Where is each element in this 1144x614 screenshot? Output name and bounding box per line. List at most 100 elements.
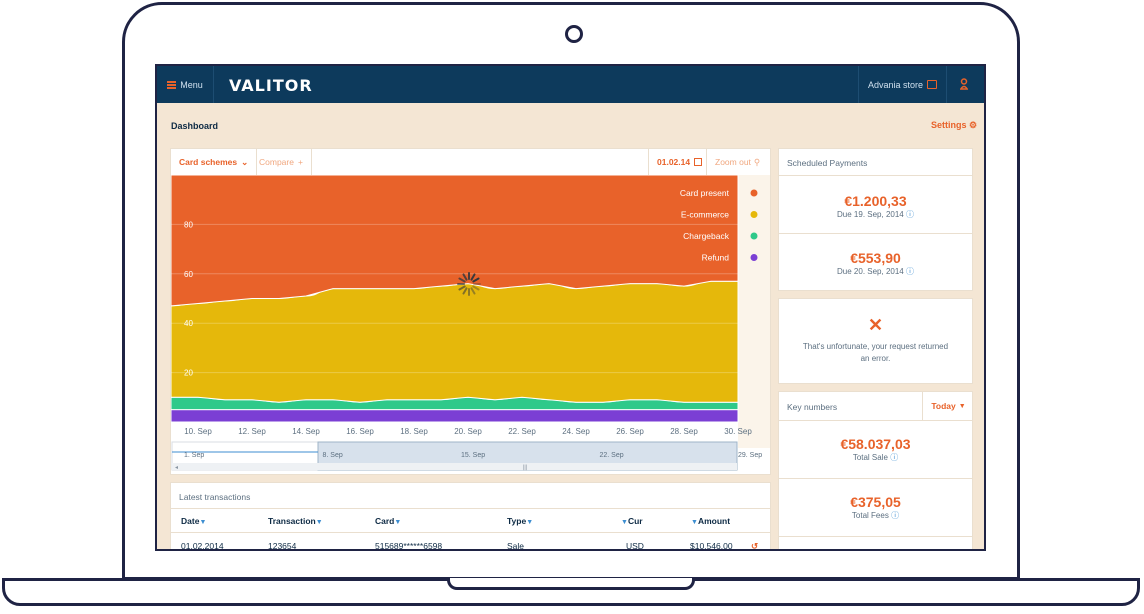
column-header-label: Card xyxy=(375,516,395,526)
navigator-scrollbar xyxy=(172,463,737,470)
x-tick-label: 22. Sep xyxy=(508,427,536,436)
x-tick-label: 10. Sep xyxy=(184,427,212,436)
column-header-date[interactable]: Date▼ xyxy=(181,516,206,526)
navigator-label: 15. Sep xyxy=(461,452,485,459)
payment-due-text: Due 20. Sep, 2014 xyxy=(837,267,904,276)
key-number-label: Total Sale ⓘ xyxy=(779,452,972,463)
payment-due: Due 19. Sep, 2014 ⓘ xyxy=(779,209,972,220)
date-picker[interactable]: 01.02.14 xyxy=(648,149,710,175)
table-cell-amount: $10,546.00 xyxy=(690,541,733,551)
key-numbers-title: Key numbers xyxy=(787,402,838,412)
scheduled-payments-card: Scheduled Payments €1.200,33 Due 19. Sep… xyxy=(778,148,973,291)
settings-label: Settings xyxy=(931,120,967,130)
legend-label: Card present xyxy=(680,188,730,198)
period-dropdown[interactable]: Today ▼ xyxy=(922,392,974,420)
refund-icon[interactable]: ↺ xyxy=(751,541,758,549)
column-header-label: Type xyxy=(507,516,527,526)
x-tick-label: 24. Sep xyxy=(562,427,590,436)
caret-down-icon: ▼ xyxy=(958,402,966,410)
user-icon[interactable] xyxy=(960,78,968,90)
key-numbers-card: Key numbers Today ▼ €58.037,03 Total Sal… xyxy=(778,391,974,549)
x-tick-label: 16. Sep xyxy=(346,427,374,436)
column-header-label: Transaction xyxy=(268,516,316,526)
navigator-label: 1. Sep xyxy=(184,452,204,459)
store-selector[interactable]: Advania store xyxy=(858,66,947,103)
table-cell-type: Sale xyxy=(507,541,525,551)
sort-caret-icon: ▼ xyxy=(526,519,534,526)
card-divider xyxy=(779,536,972,537)
transactions-title: Latest transactions xyxy=(179,492,251,502)
card-divider xyxy=(171,508,770,509)
key-number-label-text: Total Sale xyxy=(852,453,888,462)
navigator-label: 8. Sep xyxy=(323,452,343,459)
plus-icon: + xyxy=(297,157,303,167)
legend-marker xyxy=(750,254,758,261)
menu-button[interactable]: Menu xyxy=(157,66,214,103)
card-schemes-label: Card schemes xyxy=(179,157,238,167)
payment-amount: €553,90 xyxy=(850,250,901,266)
store-label: Advania store xyxy=(867,79,924,90)
compare-label: Compare xyxy=(259,157,294,167)
card-divider xyxy=(779,175,972,176)
camera-icon xyxy=(565,25,583,43)
legend-label: Chargeback xyxy=(683,231,730,241)
column-header-label: Cur xyxy=(627,516,643,526)
table-cell-cur: USD xyxy=(626,541,644,551)
card-schemes-dropdown[interactable]: Card schemes ⌄ xyxy=(171,149,258,175)
legend-label: E-commerce xyxy=(681,210,729,220)
column-header-card[interactable]: Card▼ xyxy=(375,516,401,526)
settings-link[interactable]: Settings ⚙ xyxy=(931,120,977,131)
sort-caret-icon: ▼ xyxy=(315,519,323,526)
compare-button[interactable]: Compare + xyxy=(251,149,312,175)
column-header-label: Date xyxy=(181,516,200,526)
app-screen: Menu VALITOR Advania store Dashboard Set… xyxy=(155,64,986,551)
table-cell-date: 01.02.2014 xyxy=(181,541,224,551)
sort-caret-icon: ▼ xyxy=(691,519,698,526)
x-tick-label: 20. Sep xyxy=(454,427,482,436)
legend-marker xyxy=(750,189,758,197)
zoom-out-label: Zoom out xyxy=(715,157,751,167)
stacked-area-chart[interactable]: 20 40 60 80 Card present E-commerce Chargeback… xyxy=(171,175,770,474)
help-icon[interactable]: ⓘ xyxy=(891,511,899,520)
column-header-label: Amount xyxy=(697,516,731,526)
date-label: 01.02.14 xyxy=(657,157,691,167)
legend-label: Refund xyxy=(702,253,730,263)
error-x-icon: ✕ xyxy=(867,315,884,335)
magnifier-icon: ⚲ xyxy=(753,156,761,167)
x-tick-label: 18. Sep xyxy=(400,427,428,436)
legend-marker xyxy=(750,232,758,240)
area-series-e-commerce xyxy=(171,280,739,403)
chart-toolbar: Card schemes ⌄ Compare + 01.02.14 Zoom o… xyxy=(171,149,770,176)
laptop-notch xyxy=(447,578,695,590)
help-icon[interactable]: ⓘ xyxy=(890,453,898,462)
card-divider xyxy=(779,478,972,479)
transactions-card: Latest transactions Date▼ Transaction▼ C… xyxy=(170,482,771,551)
column-header-type[interactable]: Type▼ xyxy=(507,516,533,526)
navigator-label: 22. Sep xyxy=(600,452,624,459)
y-tick-label: 20 xyxy=(184,369,193,378)
error-message-line: an error. xyxy=(860,354,891,363)
header-divider xyxy=(171,532,770,533)
navigator-label: 29. Sep xyxy=(738,452,762,459)
column-header-amount[interactable]: ▼Amount xyxy=(691,516,730,526)
payment-amount: €1.200,33 xyxy=(844,193,907,209)
chart-card: Card schemes ⌄ Compare + 01.02.14 Zoom o… xyxy=(170,148,771,475)
help-icon[interactable]: ⓘ xyxy=(906,267,914,276)
payment-due-text: Due 19. Sep, 2014 xyxy=(837,210,904,219)
area-series-refund xyxy=(171,409,739,423)
hamburger-icon xyxy=(167,80,177,89)
table-cell-card: 515689******6598 xyxy=(375,541,443,551)
top-navbar: Menu VALITOR Advania store xyxy=(157,66,984,103)
x-tick-label: 28. Sep xyxy=(670,427,698,436)
column-header-cur[interactable]: ▼Cur xyxy=(621,516,643,526)
error-card: ✕ That's unfortunate, your request retur… xyxy=(778,298,973,384)
app-logo[interactable]: VALITOR xyxy=(229,76,313,95)
y-tick-label: 40 xyxy=(184,319,193,328)
column-header-transaction[interactable]: Transaction▼ xyxy=(268,516,323,526)
help-icon[interactable]: ⓘ xyxy=(906,210,914,219)
scheduled-payments-title: Scheduled Payments xyxy=(787,158,868,168)
key-number-label-text: Total Fees xyxy=(851,511,889,520)
calendar-icon xyxy=(694,158,703,166)
zoom-out-button[interactable]: Zoom out ⚲ xyxy=(706,149,768,175)
x-tick-label: 14. Sep xyxy=(292,427,320,436)
